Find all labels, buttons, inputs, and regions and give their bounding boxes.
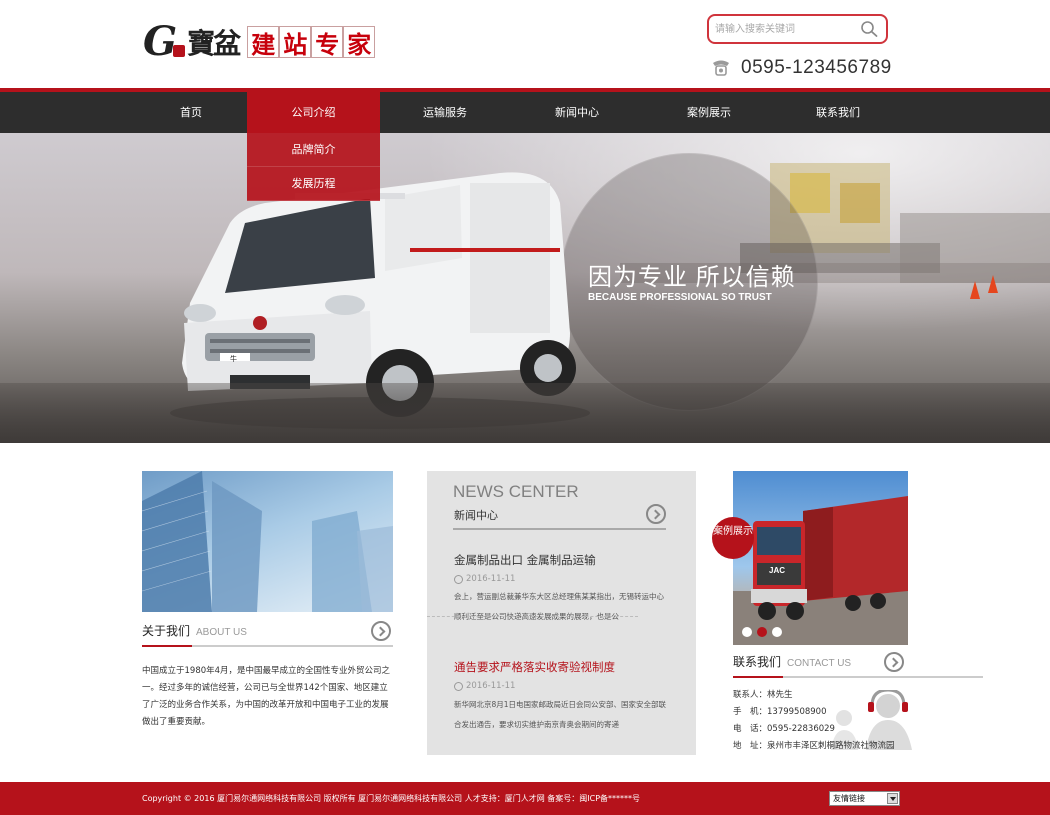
- nav-item-cases[interactable]: 案例展示: [659, 92, 759, 133]
- contact-title-en: CONTACT US: [787, 658, 852, 669]
- about-underline: [142, 645, 393, 647]
- news-divider: [453, 528, 666, 530]
- news-date-text: 2016-11-11: [466, 574, 516, 584]
- logo-seal-icon: [173, 45, 186, 57]
- banner-slogan-en: BECAUSE PROFESSIONAL SO TRUST: [588, 292, 772, 303]
- nav-item-about[interactable]: 公司介绍: [247, 92, 380, 133]
- carousel-dot[interactable]: [742, 627, 752, 637]
- news-date-text: 2016-11-11: [466, 681, 516, 691]
- case-badge-text: 案例展示: [713, 526, 753, 537]
- about-text: 中国成立于1980年4月，是中国最早成立的全国性专业外贸公司之一。经过多年的诚信…: [142, 666, 391, 727]
- contact-title: 联系我们 CONTACT US: [733, 653, 851, 677]
- phone-line: 0595-123456789: [710, 56, 892, 80]
- news-more-icon[interactable]: [646, 504, 666, 524]
- contact-underline-accent: [733, 676, 783, 678]
- contact-mobile: 手 机：13799508900: [733, 707, 827, 717]
- logo-title: 建 站 专 家: [247, 26, 376, 59]
- contact-person: 联系人：林先生: [733, 690, 793, 700]
- carousel-dot[interactable]: [772, 627, 782, 637]
- news-panel: NEWS CENTER 新闻中心 金属制品出口 金属制品运输 2016-11-1…: [427, 471, 696, 755]
- truck-image: JAC: [733, 496, 908, 645]
- copyright-text: Copyright © 2016 厦门易尔通网络科技有限公司 版权所有 厦门易尔…: [142, 794, 641, 803]
- phone-number: 0595-123456789: [741, 57, 892, 78]
- logo-char: 建: [247, 26, 280, 59]
- contact-more-icon[interactable]: [884, 652, 904, 672]
- dropdown-item-brand[interactable]: 品牌简介: [247, 133, 380, 167]
- news-item-title[interactable]: 通告要求严格落实收寄验视制度: [454, 659, 615, 675]
- friend-links-label: 友情链接: [833, 794, 865, 803]
- footer: Copyright © 2016 厦门易尔通网络科技有限公司 版权所有 厦门易尔…: [0, 782, 1050, 815]
- news-item-date: 2016-11-11: [454, 574, 515, 584]
- about-title-en: ABOUT US: [196, 627, 247, 638]
- contact-title-cn: 联系我们: [733, 655, 782, 669]
- truck-brand: JAC: [769, 566, 785, 575]
- news-title-cn: 新闻中心: [454, 509, 498, 522]
- clock-icon: [454, 574, 463, 584]
- nav-item-home[interactable]: 首页: [146, 92, 236, 133]
- traffic-cone: [988, 275, 998, 293]
- chevron-down-icon: [887, 793, 898, 804]
- logo-char: 家: [343, 26, 376, 59]
- about-more-icon[interactable]: [371, 621, 391, 641]
- clock-icon: [454, 681, 463, 691]
- search-icon[interactable]: [860, 20, 878, 38]
- news-item-date: 2016-11-11: [454, 681, 515, 691]
- banner-ground: [0, 383, 1050, 443]
- nav-item-news[interactable]: 新闻中心: [527, 92, 627, 133]
- case-badge[interactable]: 案例展示: [712, 517, 754, 559]
- main-nav: 首页 公司介绍 运输服务 新闻中心 案例展示 联系我们: [0, 88, 1050, 133]
- contact-address: 地 址：泉州市丰泽区刺桐路物流社物流园: [733, 741, 895, 751]
- about-image: [142, 471, 393, 612]
- logo-char: 专: [311, 26, 344, 59]
- nav-dropdown-about: 品牌简介 发展历程: [247, 133, 380, 201]
- friend-links-select[interactable]: 友情链接: [829, 791, 900, 806]
- nav-item-transport[interactable]: 运输服务: [395, 92, 495, 133]
- logo-script: 寶盆: [187, 27, 241, 60]
- news-item-desc: 会上，营运副总裁兼华东大区总经理焦某某指出，无锡转运中心顺利迁至是公司快递高速发…: [454, 592, 664, 621]
- carousel-dot[interactable]: [757, 627, 767, 637]
- logo-letter: G: [143, 18, 178, 65]
- news-item-desc: 新华网北京8月1日电国家邮政局近日会同公安部、国家安全部联合发出通告，要求切实维…: [454, 700, 667, 729]
- skyscraper-image: [142, 471, 393, 612]
- logo-char: 站: [279, 26, 312, 59]
- van-plate: 牛: [230, 354, 237, 363]
- search-input[interactable]: [715, 21, 855, 37]
- about-underline-accent: [142, 645, 192, 647]
- about-title: 关于我们 ABOUT US: [142, 622, 247, 646]
- about-title-cn: 关于我们: [142, 624, 191, 638]
- phone-icon: [713, 60, 729, 76]
- search-box: [707, 14, 888, 44]
- banner-slogan: 因为专业 所以信赖: [588, 264, 796, 291]
- nav-item-contact[interactable]: 联系我们: [788, 92, 888, 133]
- news-title-en: NEWS CENTER: [453, 482, 579, 501]
- header: G 寶盆 建 站 专 家 0595-123456789: [0, 0, 1050, 88]
- contact-underline: [733, 676, 983, 678]
- carousel-dots: [742, 627, 787, 637]
- traffic-cone: [970, 281, 980, 299]
- news-separator: [427, 616, 638, 617]
- contact-phone: 电 话：0595-22836029: [733, 724, 835, 734]
- hero-banner: 牛 因为专业 所以信赖 BECAUSE PROFESSIONAL SO TRUS…: [0, 133, 1050, 443]
- news-item-title[interactable]: 金属制品出口 金属制品运输: [454, 552, 596, 568]
- case-carousel[interactable]: JAC: [733, 471, 908, 645]
- dropdown-item-history[interactable]: 发展历程: [247, 167, 380, 201]
- site-logo[interactable]: G 寶盆 建 站 专 家: [143, 18, 376, 65]
- page: G 寶盆 建 站 专 家 0595-123456789: [0, 0, 1050, 815]
